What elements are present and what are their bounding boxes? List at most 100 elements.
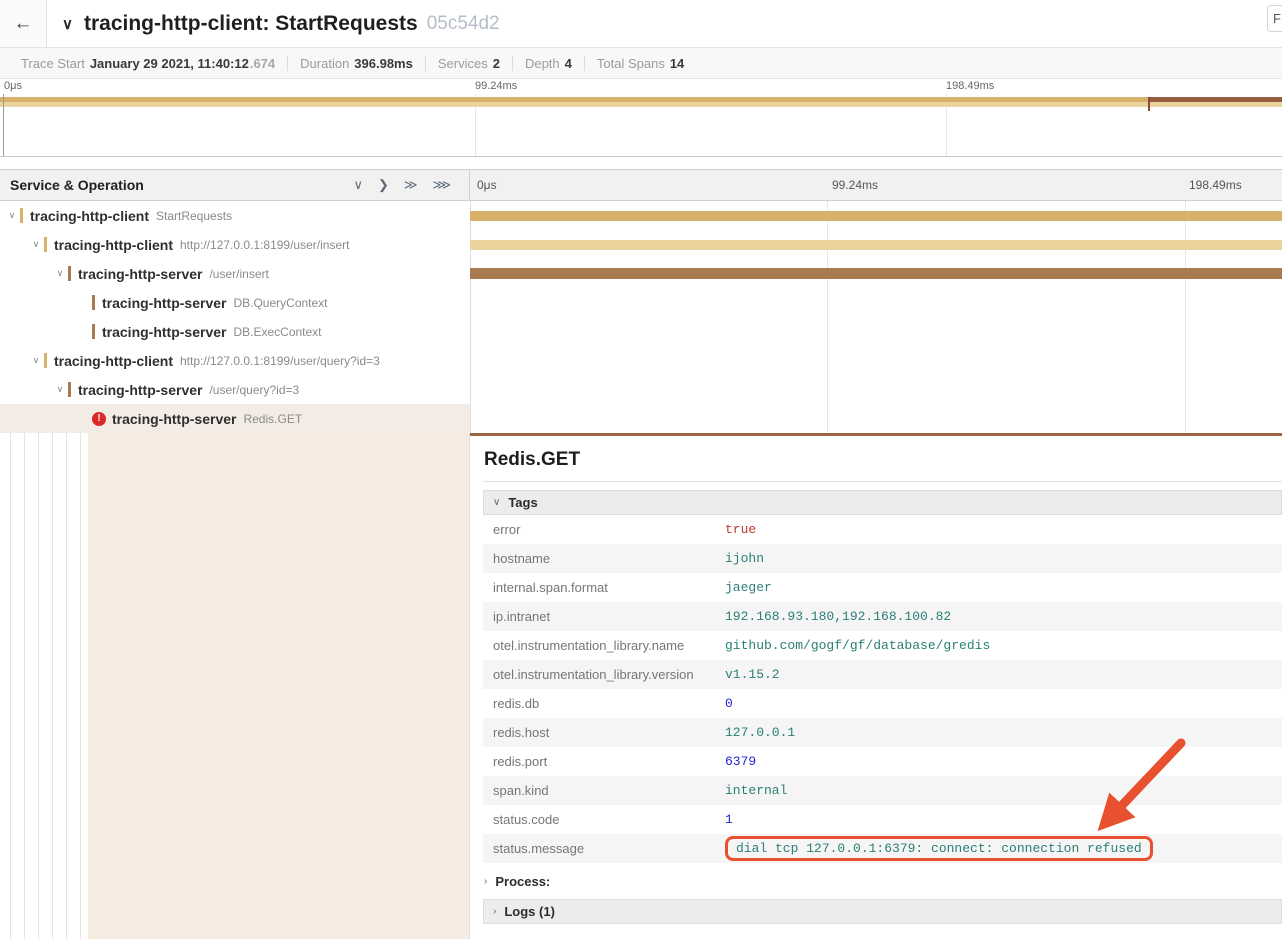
chevron-down-icon[interactable]: ∨ <box>28 355 44 366</box>
tag-key: status.message <box>483 841 725 856</box>
trace-minimap[interactable] <box>0 94 1282 157</box>
tag-row-error: error true <box>483 515 1282 544</box>
chevron-down-icon[interactable]: ∨ <box>28 239 44 250</box>
ruler-tick-0: 0μs <box>477 178 497 192</box>
tag-row-otel-lib-name: otel.instrumentation_library.name github… <box>483 631 1282 660</box>
trace-id: 05c54d2 <box>427 13 500 35</box>
span-service: tracing-http-server <box>112 411 236 427</box>
span-operation: StartRequests <box>156 209 232 223</box>
tag-row-span-kind: span.kind internal <box>483 776 1282 805</box>
tag-row-redis-db: redis.db 0 <box>483 689 1282 718</box>
tag-row-status-message: status.message dial tcp 127.0.0.1:6379: … <box>483 834 1282 863</box>
span-row-startrequests[interactable]: ∨ tracing-http-client StartRequests <box>0 201 1282 230</box>
back-button[interactable]: ← <box>0 0 47 47</box>
span-row-user-query-client[interactable]: ∨ tracing-http-client http://127.0.0.1:8… <box>0 346 1282 375</box>
span-row-user-query-server[interactable]: ∨ tracing-http-server /user/query?id=3 <box>0 375 1282 404</box>
span-row-user-insert-client[interactable]: ∨ tracing-http-client http://127.0.0.1:8… <box>0 230 1282 259</box>
tag-value: 127.0.0.1 <box>725 725 795 740</box>
tag-row-hostname: hostname ijohn <box>483 544 1282 573</box>
chevron-down-icon[interactable]: ∨ <box>4 210 20 221</box>
span-rows-container: ∨ tracing-http-client StartRequests ∨ tr… <box>0 201 1282 433</box>
tag-value: true <box>725 522 756 537</box>
span-color-bar <box>44 237 47 252</box>
timeline-header-left: Service & Operation ∨ ❯ ≫ ⋙ <box>0 170 470 200</box>
minimap-tick-2: 198.49ms <box>946 80 994 92</box>
span-duration-bar[interactable] <box>470 240 1282 250</box>
minimap-scrubber-handle[interactable] <box>3 94 4 156</box>
span-color-bar <box>68 382 71 397</box>
span-detail-left-gutter <box>0 433 470 939</box>
tag-value: v1.15.2 <box>725 667 780 682</box>
span-operation: DB.ExecContext <box>233 325 321 339</box>
span-duration-bar[interactable] <box>470 211 1282 221</box>
span-operation: DB.QueryContext <box>233 296 327 310</box>
tag-key: ip.intranet <box>483 609 725 624</box>
span-duration-bar[interactable] <box>470 268 1282 279</box>
trace-collapse-chevron-icon[interactable]: ∨ <box>62 15 73 33</box>
trace-title: tracing-http-client: StartRequests <box>84 12 418 36</box>
tag-key: redis.port <box>483 754 725 769</box>
tag-key: status.code <box>483 812 725 827</box>
tag-row-span-format: internal.span.format jaeger <box>483 573 1282 602</box>
chevron-down-icon[interactable]: ∨ <box>52 268 68 279</box>
tag-value: 0 <box>725 696 733 711</box>
tree-guide-line <box>66 433 67 939</box>
span-row-user-insert-server[interactable]: ∨ tracing-http-server /user/insert <box>0 259 1282 288</box>
span-service: tracing-http-server <box>102 295 226 311</box>
double-chevron-right-icon[interactable]: ≫ <box>404 177 418 193</box>
span-color-bar <box>44 353 47 368</box>
tags-section-label: Tags <box>508 495 537 510</box>
tags-section-toggle[interactable]: ∨ Tags <box>483 490 1282 515</box>
timeline-header: Service & Operation ∨ ❯ ≫ ⋙ 0μs 99.24ms … <box>0 169 1282 201</box>
divider <box>483 481 1282 482</box>
span-row-redis-get[interactable]: ∨ ! tracing-http-server Redis.GET <box>0 404 1282 433</box>
tree-guide-line <box>10 433 11 939</box>
span-operation: Redis.GET <box>243 412 302 426</box>
tag-key: hostname <box>483 551 725 566</box>
tag-key: redis.db <box>483 696 725 711</box>
tree-guide-line <box>38 433 39 939</box>
tag-key: span.kind <box>483 783 725 798</box>
status-message-annotation-box: dial tcp 127.0.0.1:6379: connect: connec… <box>725 836 1153 861</box>
ruler-tick-2: 198.49ms <box>1189 178 1242 192</box>
span-detail-panel: Redis.GET ∨ Tags error true hostname ijo… <box>470 433 1282 939</box>
process-section-toggle[interactable]: › Process: <box>484 874 1282 889</box>
minimap-tick-0: 0μs <box>4 80 22 92</box>
summary-duration: Duration 396.98ms <box>287 56 425 71</box>
summary-depth: Depth 4 <box>512 56 584 71</box>
tag-key: otel.instrumentation_library.version <box>483 667 725 682</box>
minimap-span-band-client-light <box>0 102 1282 107</box>
span-row-db-querycontext[interactable]: ∨ tracing-http-server DB.QueryContext <box>0 288 1282 317</box>
tag-value: 1 <box>725 812 733 827</box>
triple-chevron-right-icon[interactable]: ⋙ <box>433 177 452 193</box>
tag-key: redis.host <box>483 725 725 740</box>
chevron-right-icon[interactable]: ❯ <box>378 177 389 193</box>
summary-services: Services 2 <box>425 56 512 71</box>
tag-key: otel.instrumentation_library.name <box>483 638 725 653</box>
span-color-bar <box>68 266 71 281</box>
span-row-db-execcontext[interactable]: ∨ tracing-http-server DB.ExecContext <box>0 317 1282 346</box>
timeline-header-ruler: 0μs 99.24ms 198.49ms <box>470 170 1282 200</box>
tag-key: internal.span.format <box>483 580 725 595</box>
back-arrow-icon: ← <box>14 13 33 35</box>
tags-table: error true hostname ijohn internal.span.… <box>483 515 1282 863</box>
find-input-fragment[interactable]: F <box>1267 5 1282 32</box>
span-detail-section: Redis.GET ∨ Tags error true hostname ijo… <box>0 433 1282 939</box>
logs-section-toggle[interactable]: › Logs (1) <box>483 899 1282 924</box>
chevron-down-icon[interactable]: ∨ <box>353 177 363 193</box>
span-color-bar <box>92 324 95 339</box>
selected-span-highlight <box>88 433 469 939</box>
tag-value: internal <box>725 783 787 798</box>
tag-row-ip-intranet: ip.intranet 192.168.93.180,192.168.100.8… <box>483 602 1282 631</box>
span-color-bar <box>20 208 23 223</box>
span-detail-title: Redis.GET <box>484 449 1282 471</box>
span-service: tracing-http-server <box>102 324 226 340</box>
summary-trace-start: Trace Start January 29 2021, 11:40:12 .6… <box>9 56 287 71</box>
chevron-down-icon[interactable]: ∨ <box>52 384 68 395</box>
tree-guide-line <box>24 433 25 939</box>
span-service: tracing-http-client <box>54 237 173 253</box>
span-service: tracing-http-server <box>78 266 202 282</box>
trace-summary-bar: Trace Start January 29 2021, 11:40:12 .6… <box>0 48 1282 79</box>
tree-guide-line <box>52 433 53 939</box>
process-section-label: Process: <box>495 874 550 889</box>
